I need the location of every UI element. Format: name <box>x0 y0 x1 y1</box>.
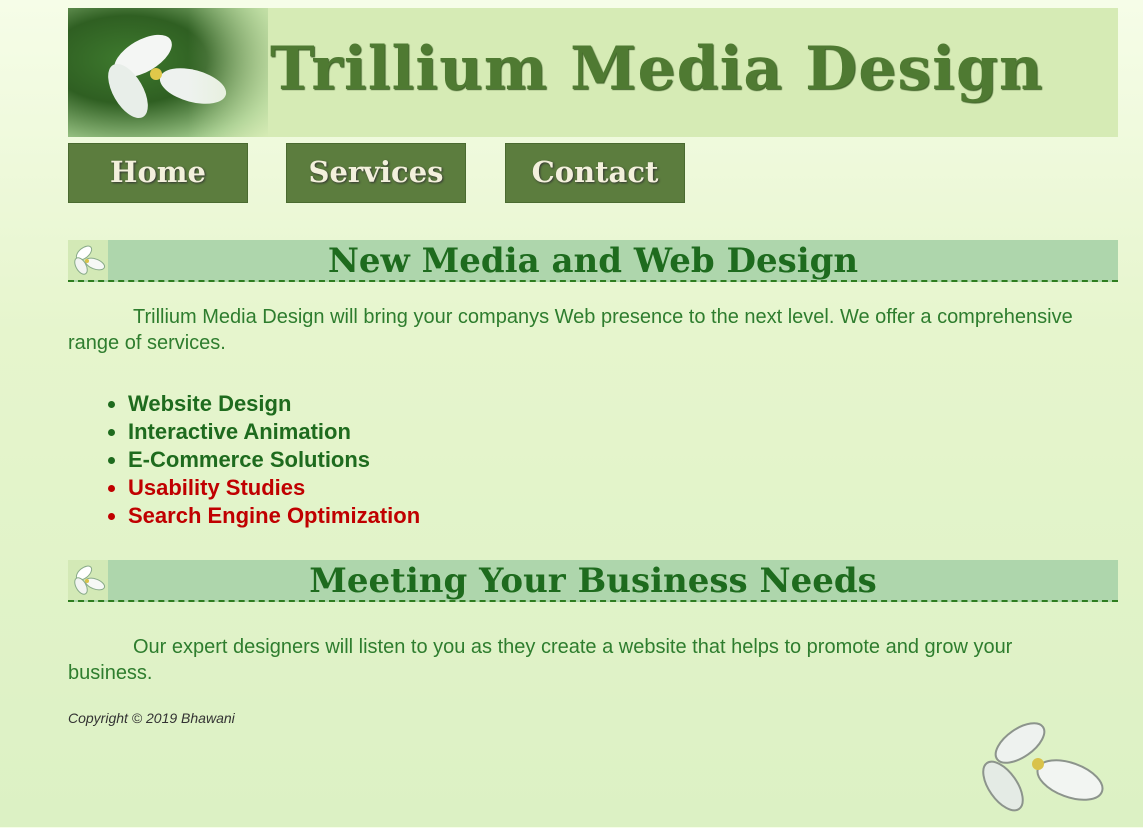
list-item: Search Engine Optimization <box>128 502 420 530</box>
list-item: E-Commerce Solutions <box>128 446 420 474</box>
nav-home-button[interactable]: Home <box>68 143 248 203</box>
header-banner: Trillium Media Design <box>68 8 1118 137</box>
main-nav: Home Services Contact <box>68 143 1118 203</box>
nav-services-button[interactable]: Services <box>286 143 466 203</box>
services-list: Website Design Interactive Animation E-C… <box>128 390 420 530</box>
list-item: Interactive Animation <box>128 418 420 446</box>
section-title: New Media and Web Design <box>327 241 859 281</box>
copyright-text: Copyright © 2019 Bhawani <box>68 710 235 726</box>
page-wrapper: Trillium Media Design Home Services Cont… <box>68 8 1118 726</box>
section-title: Meeting Your Business Needs <box>309 561 877 601</box>
section-heading-bar: New Media and Web Design <box>68 240 1118 282</box>
trillium-flower-icon <box>958 708 1118 828</box>
trillium-icon <box>68 240 108 280</box>
nav-contact-button[interactable]: Contact <box>505 143 685 203</box>
trillium-icon <box>68 560 108 600</box>
business-paragraph: Our expert designers will listen to you … <box>68 636 1013 684</box>
list-item: Website Design <box>128 390 420 418</box>
site-title: Trillium Media Design <box>270 34 1044 104</box>
list-item: Usability Studies <box>128 474 420 502</box>
intro-paragraph: Trillium Media Design will bring your co… <box>68 306 1073 354</box>
section-heading-bar: Meeting Your Business Needs <box>68 560 1118 602</box>
